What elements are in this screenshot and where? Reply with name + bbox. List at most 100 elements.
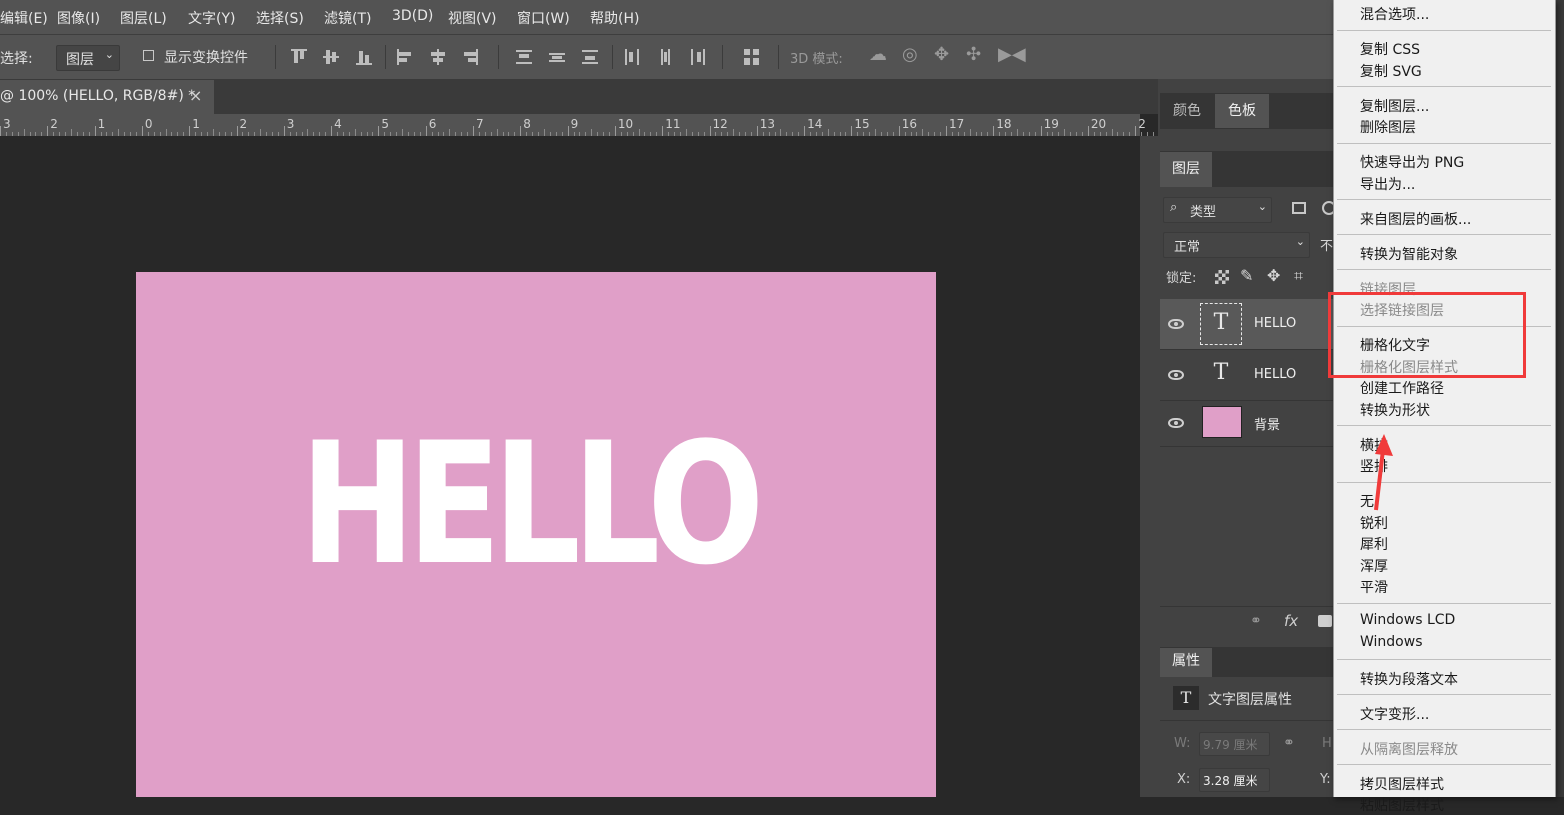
menu-item[interactable]: Windows LCD [1360, 612, 1455, 628]
ruler-major-tick [709, 126, 711, 136]
ruler-label: 15 [854, 117, 870, 131]
image-filter-icon[interactable] [1292, 202, 1306, 214]
text-layer-thumbnail: T [1200, 354, 1242, 396]
ruler-major-tick [1135, 126, 1137, 136]
blend-mode-dropdown[interactable]: 正常 ⌄ [1163, 232, 1310, 258]
layer-row-hello-2[interactable]: T HELLO [1160, 350, 1336, 401]
ruler-label: 13 [759, 117, 776, 131]
menu-item[interactable]: 创建工作路径 [1360, 378, 1444, 398]
tab-swatches[interactable]: 色板 [1215, 94, 1269, 128]
distribute-left-icon[interactable] [624, 49, 640, 65]
menu-bar: 编辑(E) 图像(I) 图层(L) 文字(Y) 选择(S) 滤镜(T) 3D(D… [0, 0, 1564, 34]
menu-window[interactable]: 窗口(W) [517, 8, 570, 28]
auto-align-icon[interactable] [744, 49, 760, 65]
menu-item[interactable]: 平滑 [1360, 577, 1388, 597]
menu-image[interactable]: 图像(I) [57, 8, 100, 28]
ruler-minor-tick [591, 129, 593, 136]
align-right-icon[interactable] [462, 49, 478, 65]
menu-item[interactable]: 粘贴图层样式 [1360, 795, 1444, 815]
menu-item[interactable]: 浑厚 [1360, 556, 1388, 576]
show-transform-checkbox[interactable] [143, 50, 154, 61]
document-canvas[interactable]: HELLO [136, 272, 936, 797]
lock-position-icon[interactable]: ✥ [1267, 266, 1280, 285]
align-left-icon[interactable] [397, 49, 413, 65]
distribute-bottom-icon[interactable] [582, 49, 598, 65]
lock-artboard-icon[interactable]: ⌗ [1294, 266, 1303, 286]
horizontal-ruler: 3 2 1 0 1 2 3 4 5 6 7 8 9 10 11 12 13 14 15 16 17 18 19 20 2 [0, 114, 1178, 137]
menu-item[interactable]: 转换为形状 [1360, 400, 1430, 420]
menu-item[interactable]: 删除图层 [1360, 117, 1416, 137]
fx-icon[interactable]: fx [1284, 612, 1298, 630]
layer-row-background[interactable]: 背景 [1160, 400, 1336, 447]
slide-3d-icon[interactable]: ✣ [966, 44, 981, 65]
menu-item[interactable]: 复制 CSS [1360, 39, 1420, 59]
menu-layer[interactable]: 图层(L) [120, 8, 167, 28]
menu-item[interactable]: 混合选项... [1360, 4, 1429, 24]
eye-icon[interactable] [1168, 319, 1184, 329]
menu-select[interactable]: 选择(S) [256, 8, 304, 28]
document-tab[interactable]: @ 100% (HELLO, RGB/8#) * × [0, 80, 214, 114]
menu-item[interactable]: 复制图层... [1360, 96, 1429, 116]
ruler-label: 5 [381, 117, 390, 131]
hello-text-layer[interactable]: HELLO [300, 420, 770, 588]
layers-footer: ⚭ fx [1160, 606, 1336, 637]
menu-item[interactable]: 转换为段落文本 [1360, 669, 1458, 689]
lock-transparent-icon[interactable] [1215, 270, 1229, 284]
menu-filter[interactable]: 滤镜(T) [324, 8, 371, 28]
menu-item[interactable]: 导出为... [1360, 174, 1415, 194]
menu-edit[interactable]: 编辑(E) [0, 8, 48, 28]
menu-help[interactable]: 帮助(H) [590, 8, 639, 28]
width-field[interactable]: 9.79 厘米 [1199, 732, 1270, 756]
link-icon[interactable]: ⚭ [1250, 613, 1262, 629]
close-icon[interactable]: × [189, 86, 202, 105]
eye-icon[interactable] [1168, 418, 1184, 428]
menu-item[interactable]: 来自图层的画板... [1360, 209, 1471, 229]
ruler-label: 2 [239, 117, 248, 131]
ruler-minor-tick [543, 129, 545, 136]
menu-type[interactable]: 文字(Y) [188, 8, 235, 28]
ruler-minor-tick [827, 129, 829, 136]
menu-separator [1337, 602, 1551, 604]
tab-properties[interactable]: 属性 [1160, 648, 1212, 677]
layer-filter-dropdown[interactable]: ⌕ 类型 ⌄ [1163, 197, 1272, 223]
menu-item[interactable]: 复制 SVG [1360, 61, 1422, 81]
menu-item[interactable]: 锐利 [1360, 513, 1388, 533]
distribute-hcenter-icon[interactable] [657, 49, 673, 65]
align-vcenter-icon[interactable] [323, 49, 339, 65]
tab-color[interactable]: 颜色 [1160, 94, 1214, 128]
menu-separator [1337, 694, 1551, 695]
mask-icon[interactable] [1318, 615, 1332, 627]
pan-3d-icon[interactable]: ✥ [934, 44, 949, 65]
orbit-3d-icon[interactable]: ☁ [869, 44, 887, 65]
x-field[interactable]: 3.28 厘米 [1199, 768, 1270, 792]
menu-item[interactable]: 快速导出为 PNG [1360, 152, 1464, 172]
scale-3d-icon[interactable]: ▶◀ [998, 44, 1026, 65]
align-top-icon[interactable] [291, 49, 307, 65]
vertical-scrollbar[interactable] [1140, 136, 1158, 797]
width-label: W: [1174, 736, 1191, 751]
menu-item[interactable]: Windows [1360, 634, 1423, 650]
chevron-down-icon: ⌄ [1295, 235, 1305, 248]
roll-3d-icon[interactable]: ◎ [902, 44, 918, 65]
ruler-label: 10 [617, 117, 634, 131]
ruler-minor-tick [449, 129, 451, 136]
ruler-label: 19 [1043, 117, 1059, 131]
ruler-minor-tick [23, 129, 25, 136]
link-icon[interactable]: ⚭ [1283, 735, 1295, 751]
distribute-top-icon[interactable] [516, 49, 532, 65]
menu-item[interactable]: 犀利 [1360, 534, 1388, 554]
distribute-vcenter-icon[interactable] [549, 49, 565, 65]
menu-view[interactable]: 视图(V) [448, 8, 497, 28]
eye-icon[interactable] [1168, 370, 1184, 380]
auto-select-dropdown[interactable]: 图层 ⌄ [56, 45, 120, 71]
menu-item[interactable]: 拷贝图层样式 [1360, 774, 1444, 794]
distribute-right-icon[interactable] [690, 49, 706, 65]
menu-3d[interactable]: 3D(D) [392, 8, 433, 24]
align-bottom-icon[interactable] [356, 49, 372, 65]
layer-row-hello-1[interactable]: T HELLO [1160, 299, 1336, 350]
tab-layers[interactable]: 图层 [1160, 152, 1212, 187]
align-hcenter-icon[interactable] [430, 49, 446, 65]
menu-item[interactable]: 文字变形... [1360, 704, 1429, 724]
menu-item[interactable]: 转换为智能对象 [1360, 244, 1458, 264]
lock-paint-icon[interactable]: ✎ [1240, 266, 1253, 285]
